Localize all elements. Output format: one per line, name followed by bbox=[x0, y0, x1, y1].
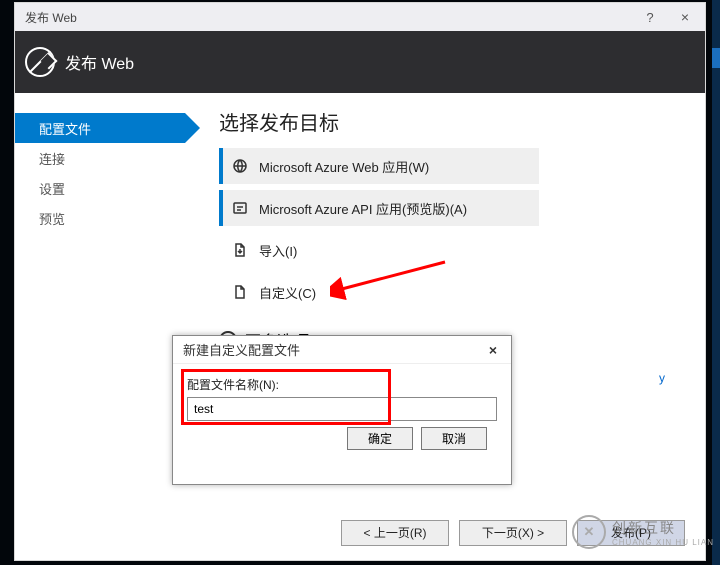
watermark-en: CHUANG XIN HU LIAN bbox=[612, 538, 714, 547]
sidebar: 配置文件 连接 设置 预览 bbox=[15, 93, 185, 503]
import-icon bbox=[231, 241, 249, 259]
dialog-close-button[interactable]: × bbox=[481, 342, 505, 358]
profile-name-label: 配置文件名称(N): bbox=[187, 376, 497, 393]
cancel-button[interactable]: 取消 bbox=[421, 427, 487, 450]
next-button[interactable]: 下一页(X) > bbox=[459, 520, 567, 546]
privacy-link-fragment[interactable]: y bbox=[659, 371, 665, 385]
window-title: 发布 Web bbox=[25, 9, 635, 26]
globe-icon bbox=[25, 47, 55, 77]
globe-icon bbox=[231, 157, 249, 175]
api-icon bbox=[231, 199, 249, 217]
main-title: 选择发布目标 bbox=[219, 107, 685, 136]
profile-name-input-wrap bbox=[187, 397, 497, 421]
host-right-strip-highlight bbox=[712, 48, 720, 68]
sidebar-item-profile[interactable]: 配置文件 bbox=[15, 113, 185, 143]
sidebar-item-label: 预览 bbox=[39, 209, 65, 228]
target-import[interactable]: 导入(I) bbox=[219, 232, 539, 268]
wizard-header: 发布 Web bbox=[15, 31, 705, 93]
watermark-logo: ✕ bbox=[572, 515, 606, 549]
document-icon bbox=[231, 283, 249, 301]
dialog-title: 新建自定义配置文件 bbox=[183, 340, 481, 359]
ok-button[interactable]: 确定 bbox=[347, 427, 413, 450]
target-azure-api[interactable]: Microsoft Azure API 应用(预览版)(A) bbox=[219, 190, 539, 226]
help-button[interactable]: ? bbox=[635, 10, 665, 25]
target-label: Microsoft Azure API 应用(预览版)(A) bbox=[259, 199, 467, 218]
target-label: 自定义(C) bbox=[259, 283, 316, 302]
wizard-header-title: 发布 Web bbox=[65, 50, 134, 74]
dialog-titlebar: 新建自定义配置文件 × bbox=[173, 336, 511, 364]
new-profile-dialog: 新建自定义配置文件 × 配置文件名称(N): 确定 取消 bbox=[172, 335, 512, 485]
publish-target-list: Microsoft Azure Web 应用(W) Microsoft Azur… bbox=[219, 148, 685, 310]
target-label: 导入(I) bbox=[259, 241, 297, 260]
sidebar-item-preview[interactable]: 预览 bbox=[15, 203, 185, 233]
sidebar-item-label: 设置 bbox=[39, 179, 65, 198]
dialog-body: 配置文件名称(N): 确定 取消 bbox=[173, 364, 511, 462]
titlebar: 发布 Web ? × bbox=[15, 3, 705, 31]
sidebar-item-label: 连接 bbox=[39, 149, 65, 168]
sidebar-item-connection[interactable]: 连接 bbox=[15, 143, 185, 173]
target-azure-web[interactable]: Microsoft Azure Web 应用(W) bbox=[219, 148, 539, 184]
sidebar-item-label: 配置文件 bbox=[39, 119, 91, 138]
close-button[interactable]: × bbox=[665, 9, 705, 25]
host-right-strip bbox=[712, 0, 720, 565]
target-custom[interactable]: 自定义(C) bbox=[219, 274, 539, 310]
target-label: Microsoft Azure Web 应用(W) bbox=[259, 157, 429, 176]
dialog-buttons: 确定 取消 bbox=[187, 421, 497, 450]
watermark-cn: 创新互联 bbox=[612, 518, 714, 538]
prev-button[interactable]: < 上一页(R) bbox=[341, 520, 449, 546]
profile-name-input[interactable] bbox=[187, 397, 497, 421]
sidebar-item-settings[interactable]: 设置 bbox=[15, 173, 185, 203]
watermark: ✕ 创新互联 CHUANG XIN HU LIAN bbox=[572, 515, 714, 549]
